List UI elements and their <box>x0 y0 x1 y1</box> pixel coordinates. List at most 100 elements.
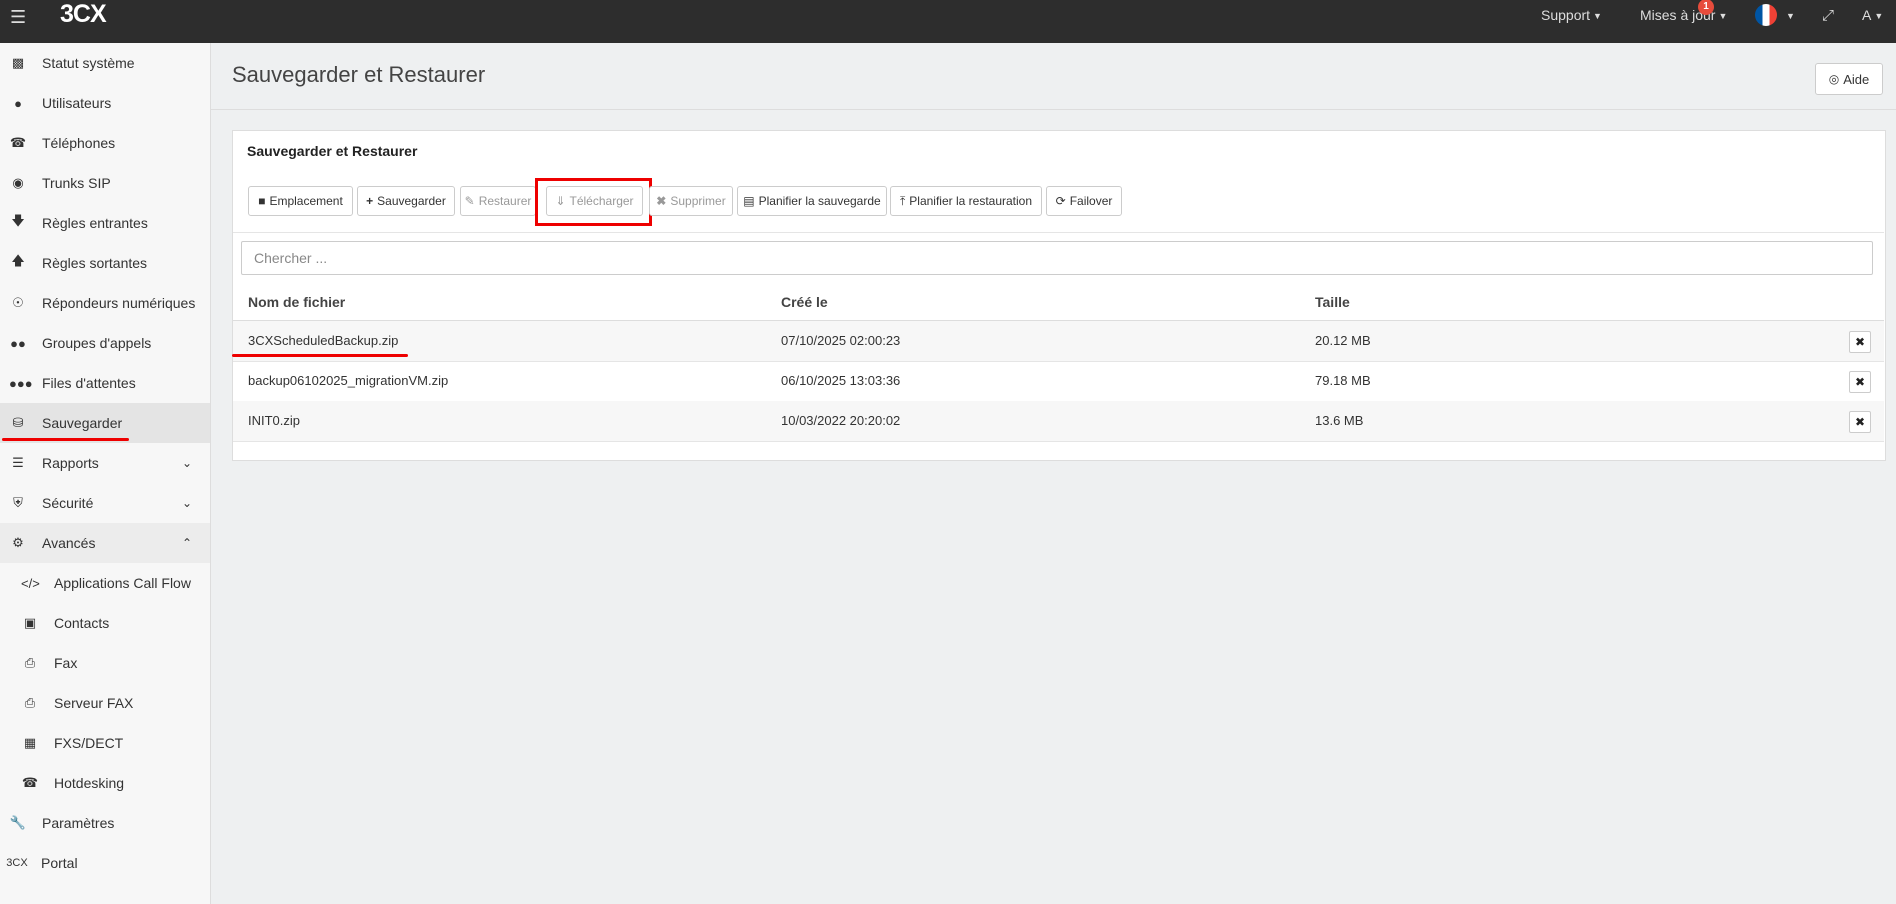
user-icon: ● <box>14 95 22 111</box>
sidebar-item-label: Sauvegarder <box>42 415 123 431</box>
headset-icon: ☉ <box>12 295 24 310</box>
sidebar-item-security[interactable]: ⛨ Sécurité ⌄ <box>0 483 210 523</box>
sidebar-item-call-queues[interactable]: ●●● Files d'attentes <box>0 363 210 403</box>
help-button-label: Aide <box>1843 71 1870 87</box>
toolbar-divider <box>233 232 1884 233</box>
sidebar-item-settings[interactable]: 🔧 Paramètres <box>0 803 210 843</box>
failover-button[interactable]: ⟳ Failover <box>1046 186 1122 216</box>
header-divider <box>211 109 1896 110</box>
fxs-icon: ▦ <box>23 735 37 750</box>
sidebar-item-outbound-rules[interactable]: 🡅 Règles sortantes <box>0 243 210 283</box>
updates-menu[interactable]: Mises à jour ▼ <box>1640 7 1727 23</box>
sidebar-item-label: Rapports <box>42 455 99 471</box>
table-row[interactable]: backup06102025_migrationVM.zip 06/10/202… <box>233 361 1884 402</box>
database-icon: ⛁ <box>12 415 24 430</box>
help-button[interactable]: ◎ Aide <box>1815 63 1883 95</box>
file-name: 3CXScheduledBackup.zip <box>248 333 399 348</box>
users-icon: ●● <box>10 335 26 351</box>
sidebar-item-label: Applications Call Flow <box>54 575 191 591</box>
sidebar-item-label: Trunks SIP <box>42 175 111 191</box>
france-flag-icon[interactable] <box>1755 4 1777 26</box>
sidebar-item-label: FXS/DECT <box>54 735 124 751</box>
phone-icon: ☎ <box>9 135 27 150</box>
column-header-filename[interactable]: Nom de fichier <box>248 294 345 310</box>
delete-row-button[interactable]: ✖ <box>1849 371 1871 393</box>
globe-icon: ◉ <box>12 175 24 190</box>
sidebar-item-backup[interactable]: ⛁ Sauvegarder <box>0 403 210 443</box>
sidebar-item-label: Répondeurs numériques <box>42 295 196 311</box>
delete-button[interactable]: ✖ Supprimer <box>649 186 733 216</box>
gear-icon: ⚙ <box>12 535 24 550</box>
restore-button[interactable]: ✎ Restaurer <box>460 186 536 216</box>
hamburger-menu-icon[interactable]: ☰ <box>10 7 26 28</box>
annotation-underline-file <box>232 354 408 357</box>
fax-server-icon: ⎙ <box>24 695 36 710</box>
sidebar-item-hotdesking[interactable]: ☎ Hotdesking <box>0 763 210 803</box>
restore-label: Restaurer <box>478 194 532 208</box>
file-size: 13.6 MB <box>1315 413 1364 428</box>
backup-button[interactable]: + Sauvegarder <box>357 186 455 216</box>
logo[interactable]: 3CX <box>60 0 107 29</box>
annotation-highlight-box <box>535 178 652 226</box>
code-icon: </> <box>21 575 40 591</box>
file-created: 07/10/2025 02:00:23 <box>781 333 901 348</box>
caret-down-icon: ▼ <box>1874 11 1884 22</box>
sidebar-item-fax[interactable]: ⎙ Fax <box>0 643 210 683</box>
sidebar-item-phones[interactable]: ☎ Téléphones <box>0 123 210 163</box>
table-row[interactable]: 3CXScheduledBackup.zip 07/10/2025 02:00:… <box>233 321 1884 362</box>
sidebar-item-system-status[interactable]: ▩ Statut système <box>0 43 210 83</box>
sidebar-item-portal[interactable]: 3CX Portal <box>0 843 210 883</box>
search-input[interactable] <box>241 241 1873 275</box>
schedule-restore-button[interactable]: ⤒ Planifier la restauration <box>890 186 1042 216</box>
sidebar-item-advanced[interactable]: ⚙ Avancés ⌃ <box>0 523 210 563</box>
sidebar-item-label: Règles entrantes <box>42 215 148 231</box>
sidebar-item-ring-groups[interactable]: ●● Groupes d'appels <box>0 323 210 363</box>
fullscreen-icon[interactable]: ⤢ <box>1822 7 1834 24</box>
delete-row-button[interactable]: ✖ <box>1849 411 1871 433</box>
lifebuoy-icon: ◎ <box>1828 72 1840 86</box>
sidebar-item-label: Paramètres <box>42 815 115 831</box>
sidebar-item-fax-server[interactable]: ⎙ Serveur FAX <box>0 683 210 723</box>
address-book-icon: ▣ <box>23 615 37 630</box>
user-menu[interactable]: A ▼ <box>1862 7 1883 23</box>
file-name: INIT0.zip <box>248 413 301 428</box>
sidebar-item-label: Statut système <box>42 55 135 71</box>
column-header-created[interactable]: Créé le <box>781 294 828 310</box>
arrow-up-icon: 🡅 <box>11 253 25 268</box>
support-menu[interactable]: Support ▼ <box>1541 7 1602 23</box>
sidebar-item-label: Sécurité <box>42 495 94 511</box>
support-label: Support <box>1541 7 1591 23</box>
sidebar-item-label: Files d'attentes <box>42 375 136 391</box>
chevron-down-icon: ⌄ <box>181 456 192 470</box>
file-name: backup06102025_migrationVM.zip <box>248 373 449 388</box>
sidebar-item-label: Téléphones <box>42 135 116 151</box>
delete-row-button[interactable]: ✖ <box>1849 331 1871 353</box>
sidebar-item-inbound-rules[interactable]: 🡇 Règles entrantes <box>0 203 210 243</box>
sidebar-item-label: Groupes d'appels <box>42 335 152 351</box>
failover-label: Failover <box>1069 194 1113 208</box>
file-created: 06/10/2025 13:03:36 <box>781 373 901 388</box>
schedule-backup-button[interactable]: ▤ Planifier la sauvegarde <box>737 186 887 216</box>
sidebar-item-reports[interactable]: ☰ Rapports ⌄ <box>0 443 210 483</box>
sidebar-item-label: Fax <box>54 655 78 671</box>
hotdesk-icon: ☎ <box>21 775 39 790</box>
sidebar-item-call-flow-apps[interactable]: </> Applications Call Flow <box>0 563 210 603</box>
schedule-restore-label: Planifier la restauration <box>909 194 1033 208</box>
sidebar-item-users[interactable]: ● Utilisateurs <box>0 83 210 123</box>
file-size: 20.12 MB <box>1315 333 1371 348</box>
shield-icon: ⛨ <box>13 495 23 510</box>
sidebar-item-label: Serveur FAX <box>54 695 134 711</box>
refresh-icon: ⟳ <box>1055 194 1066 208</box>
sidebar-item-label: Utilisateurs <box>42 95 112 111</box>
sidebar-item-sip-trunks[interactable]: ◉ Trunks SIP <box>0 163 210 203</box>
sidebar: ▩ Statut système ● Utilisateurs ☎ Téléph… <box>0 43 211 904</box>
upload-icon: ⤒ <box>899 193 906 208</box>
column-header-size[interactable]: Taille <box>1315 294 1350 310</box>
language-caret-icon[interactable]: ▼ <box>1783 7 1795 23</box>
location-button[interactable]: ■ Emplacement <box>248 186 353 216</box>
table-row[interactable]: INIT0.zip 10/03/2022 20:20:02 13.6 MB ✖ <box>233 401 1884 442</box>
sidebar-item-digital-receptionists[interactable]: ☉ Répondeurs numériques <box>0 283 210 323</box>
sidebar-item-label: Avancés <box>42 535 96 551</box>
sidebar-item-fxs-dect[interactable]: ▦ FXS/DECT <box>0 723 210 763</box>
sidebar-item-contacts[interactable]: ▣ Contacts <box>0 603 210 643</box>
